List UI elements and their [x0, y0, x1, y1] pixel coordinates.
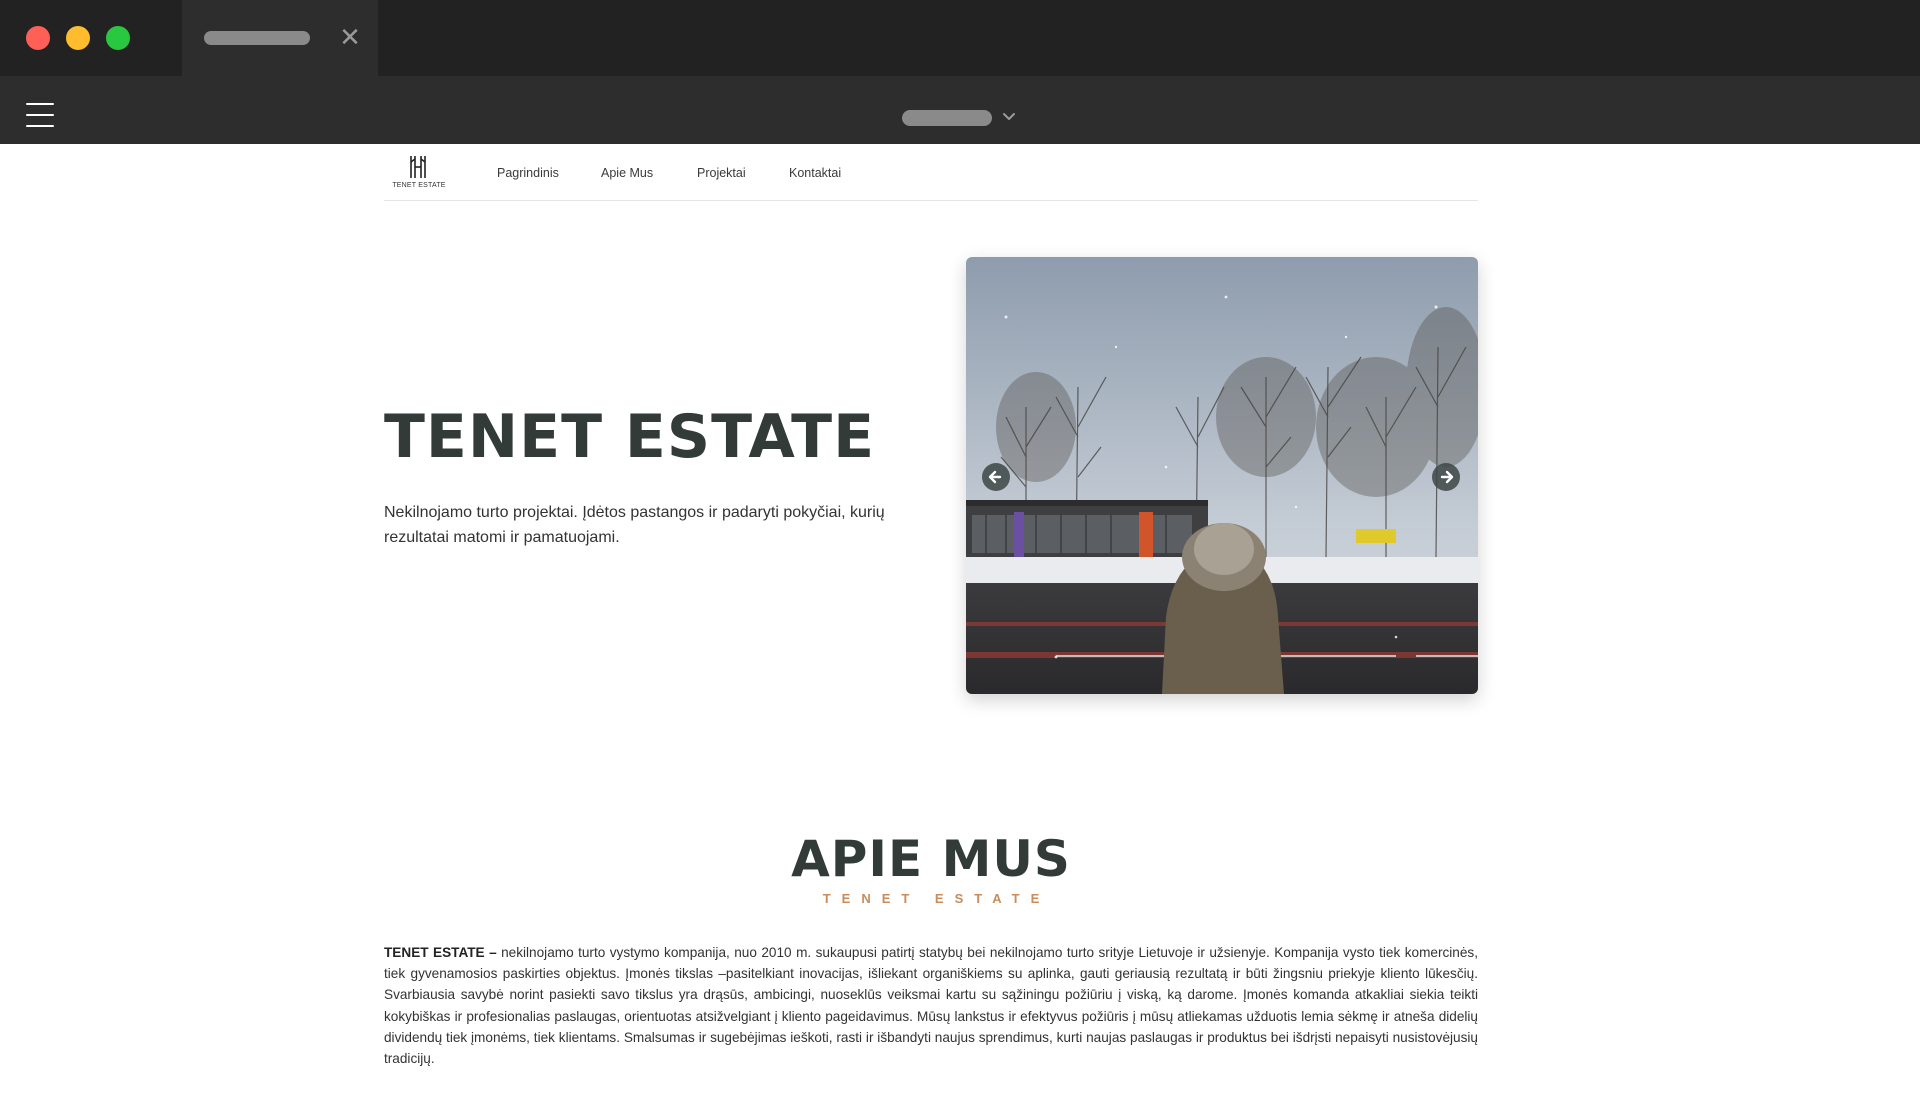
- site-navigation: TENET ESTATE Pagrindinis Apie Mus Projek…: [384, 144, 1478, 201]
- browser-toolbar: [0, 76, 1920, 144]
- tab-close-icon[interactable]: ✕: [336, 24, 364, 52]
- nav-link-projektai[interactable]: Projektai: [697, 166, 746, 180]
- maximize-window-button[interactable]: [106, 26, 130, 50]
- close-window-button[interactable]: [26, 26, 50, 50]
- nav-link-kontaktai[interactable]: Kontaktai: [789, 166, 841, 180]
- web-page: TENET ESTATE Pagrindinis Apie Mus Projek…: [0, 144, 1920, 1094]
- hero-subtitle: Nekilnojamo turto projektai. Įdėtos past…: [384, 504, 885, 546]
- slider-image: [966, 257, 1478, 694]
- chevron-down-icon[interactable]: [1000, 107, 1018, 125]
- tenet-logo-icon: [410, 156, 426, 178]
- about-lead: TENET ESTATE –: [384, 945, 497, 960]
- site-logo[interactable]: TENET ESTATE: [384, 154, 454, 194]
- nav-link-apie-mus[interactable]: Apie Mus: [601, 166, 653, 180]
- image-slider[interactable]: [966, 257, 1478, 694]
- arrow-left-icon: [988, 470, 1002, 484]
- tab-title-placeholder: [204, 31, 310, 45]
- nav-link-pagrindinis[interactable]: Pagrindinis: [497, 166, 559, 180]
- slider-prev-button[interactable]: [982, 463, 1010, 491]
- arrow-right-icon: [1440, 470, 1454, 484]
- hero-title: TENET ESTATE: [384, 402, 876, 472]
- browser-titlebar: ✕: [0, 0, 1920, 76]
- about-body: nekilnojamo turto vystymo kompanija, nuo…: [384, 945, 1478, 1067]
- minimize-window-button[interactable]: [66, 26, 90, 50]
- about-section-title: APIE MUS: [384, 834, 1478, 884]
- logo-text: TENET ESTATE: [392, 182, 446, 189]
- hamburger-menu-icon[interactable]: [26, 103, 54, 127]
- about-tagline: TENET ESTATE: [822, 891, 1051, 906]
- about-paragraph: TENET ESTATE – nekilnojamo turto vystymo…: [384, 942, 1478, 1069]
- slider-next-button[interactable]: [1432, 463, 1460, 491]
- about-heading: APIE MUS: [791, 830, 1071, 888]
- address-bar[interactable]: [902, 110, 992, 126]
- browser-tab[interactable]: ✕: [182, 0, 378, 76]
